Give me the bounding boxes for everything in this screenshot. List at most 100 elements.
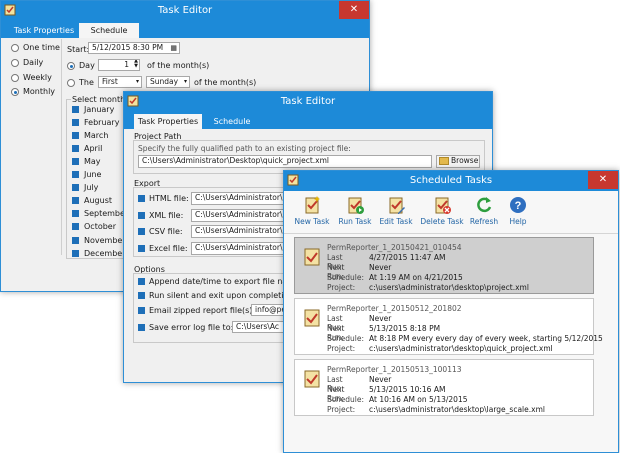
radio-weekly[interactable]	[11, 74, 19, 82]
window-title: Scheduled Tasks	[409, 175, 493, 186]
schedule-value: At 8:18 PM every every day of every week…	[369, 334, 603, 343]
checkbox-email-report[interactable]	[138, 307, 145, 314]
stepper-icon[interactable]: ▲ ▼	[134, 60, 138, 69]
month-label: May	[84, 157, 101, 167]
month-checkbox-october[interactable]	[72, 223, 79, 231]
close-button[interactable]: ✕	[339, 1, 369, 19]
specify-label: Specify the fully qualified path to an e…	[138, 144, 351, 153]
tab-task-properties[interactable]: Task Properties	[11, 23, 77, 38]
radio-label: Monthly	[23, 87, 56, 96]
option-label: Save error log file to:	[149, 323, 234, 332]
checkbox-run-silent[interactable]	[138, 292, 145, 299]
toolbar-divider	[284, 233, 618, 234]
help-label: Help	[509, 217, 527, 226]
schedule-value: At 1:19 AM on 4/21/2015	[369, 273, 463, 282]
export-checkbox[interactable]	[138, 195, 145, 202]
start-label: Start:	[67, 45, 90, 54]
schedule-value: At 10:16 AM on 5/13/2015	[369, 395, 468, 404]
export-checkbox[interactable]	[138, 244, 145, 252]
browse-label: Browse	[451, 156, 479, 165]
task-card[interactable]: PermReporter_1_20150513_100113 Last Run: N…	[294, 359, 594, 416]
schedule-key: Schedule:	[327, 395, 364, 404]
month-label: January	[84, 105, 115, 114]
browse-button[interactable]: Browse	[436, 155, 480, 168]
calendar-icon[interactable]: ▦	[170, 43, 177, 53]
task-icon	[304, 370, 320, 388]
radio-label: One time	[23, 43, 60, 52]
task-name: PermReporter_1_20150512_201802	[327, 304, 462, 313]
export-label: HTML file:	[149, 194, 189, 203]
select-months-label: Select months	[71, 95, 131, 104]
tab-schedule[interactable]: Schedule	[79, 23, 139, 38]
email-field[interactable]: info@per	[251, 304, 287, 316]
export-path-field[interactable]: C:\Users\Administrator\Des	[191, 225, 291, 238]
month-label: April	[84, 144, 103, 154]
month-checkbox-april[interactable]	[72, 145, 79, 153]
month-checkbox-december[interactable]	[72, 249, 79, 257]
day-label: Day	[79, 61, 95, 70]
month-label: December	[84, 248, 126, 258]
last-run-value: Never	[369, 375, 392, 384]
day-stepper[interactable]: 1 ▲ ▼	[98, 59, 140, 71]
month-checkbox-august[interactable]	[72, 197, 79, 205]
ordinal-select[interactable]: First ▾	[98, 76, 142, 88]
month-checkbox-march[interactable]	[72, 132, 79, 140]
project-key: Project:	[327, 283, 356, 292]
month-label: March	[84, 131, 109, 141]
radio-daily[interactable]	[11, 59, 19, 67]
month-checkbox-may[interactable]	[72, 158, 79, 166]
weekday-select[interactable]: Sunday ▾	[146, 76, 190, 88]
project-key: Project:	[327, 405, 356, 414]
month-checkbox-february[interactable]	[72, 119, 79, 127]
start-datetime-field[interactable]: 5/12/2015 8:30 PM ▦	[88, 42, 180, 54]
export-label: Excel file:	[149, 243, 188, 253]
delete-task-icon	[435, 197, 451, 214]
export-path-field[interactable]: C:\Users\Administrator\Des	[191, 192, 291, 205]
edit-task-icon	[389, 197, 405, 214]
radio-the[interactable]	[67, 79, 75, 87]
project-path-input[interactable]: C:\Users\Administrator\Desktop\quick_pro…	[138, 155, 432, 168]
checkbox-append-datetime[interactable]	[138, 278, 145, 285]
month-checkbox-january[interactable]	[72, 106, 79, 113]
checkbox-save-error-log[interactable]	[138, 324, 145, 331]
chevron-down-icon: ▾	[183, 78, 187, 85]
radio-day[interactable]	[67, 62, 75, 70]
title-bar: Task Editor	[124, 92, 492, 112]
month-checkbox-june[interactable]	[72, 171, 79, 179]
export-path-field[interactable]: C:\Users\Administrator\Des	[191, 241, 291, 255]
of-months-label: of the month(s)	[147, 61, 210, 70]
edit-task-button[interactable]: Edit Task	[374, 195, 418, 235]
folder-icon	[439, 157, 449, 165]
month-checkbox-november[interactable]	[72, 236, 79, 244]
start-value: 5/12/2015 8:30 PM	[92, 43, 164, 52]
month-label: June	[84, 170, 102, 180]
new-task-button[interactable]: New Task	[290, 195, 334, 235]
scheduled-tasks-window: Scheduled Tasks ✕ New Task Run Task Edit…	[283, 170, 619, 453]
radio-one-time[interactable]	[11, 44, 19, 52]
tab-task-properties[interactable]: Task Properties	[134, 114, 202, 129]
export-checkbox[interactable]	[138, 228, 145, 235]
svg-text:?: ?	[515, 200, 522, 212]
month-label: September	[84, 209, 129, 219]
task-card[interactable]: PermReporter_1_20150421_010454 Last Run: 4…	[294, 237, 594, 294]
month-label: February	[84, 118, 120, 128]
month-checkbox-july[interactable]	[72, 184, 79, 192]
export-path-field[interactable]: C:\Users\Administrator\Des	[191, 208, 291, 222]
new-task-icon	[305, 196, 320, 214]
delete-task-button[interactable]: Delete Task	[418, 195, 466, 235]
last-run-value: 4/27/2015 11:47 AM	[369, 253, 446, 262]
export-checkbox[interactable]	[138, 211, 145, 219]
radio-monthly[interactable]	[11, 88, 19, 96]
window-title: Task Editor	[280, 96, 336, 107]
tab-schedule[interactable]: Schedule	[204, 114, 260, 129]
error-log-path-field[interactable]: C:\Users\Ac	[232, 321, 287, 333]
run-task-button[interactable]: Run Task	[333, 195, 377, 235]
window-title: Task Editor	[157, 5, 213, 16]
help-button[interactable]: ? Help	[496, 195, 540, 235]
option-label: Append date/time to export file names	[149, 277, 305, 286]
close-button[interactable]: ✕	[588, 171, 618, 189]
run-task-label: Run Task	[338, 217, 372, 226]
task-card[interactable]: PermReporter_1_20150512_201802 Last Run: N…	[294, 298, 603, 355]
month-checkbox-september[interactable]	[72, 210, 79, 218]
task-name: PermReporter_1_20150513_100113	[327, 365, 462, 374]
